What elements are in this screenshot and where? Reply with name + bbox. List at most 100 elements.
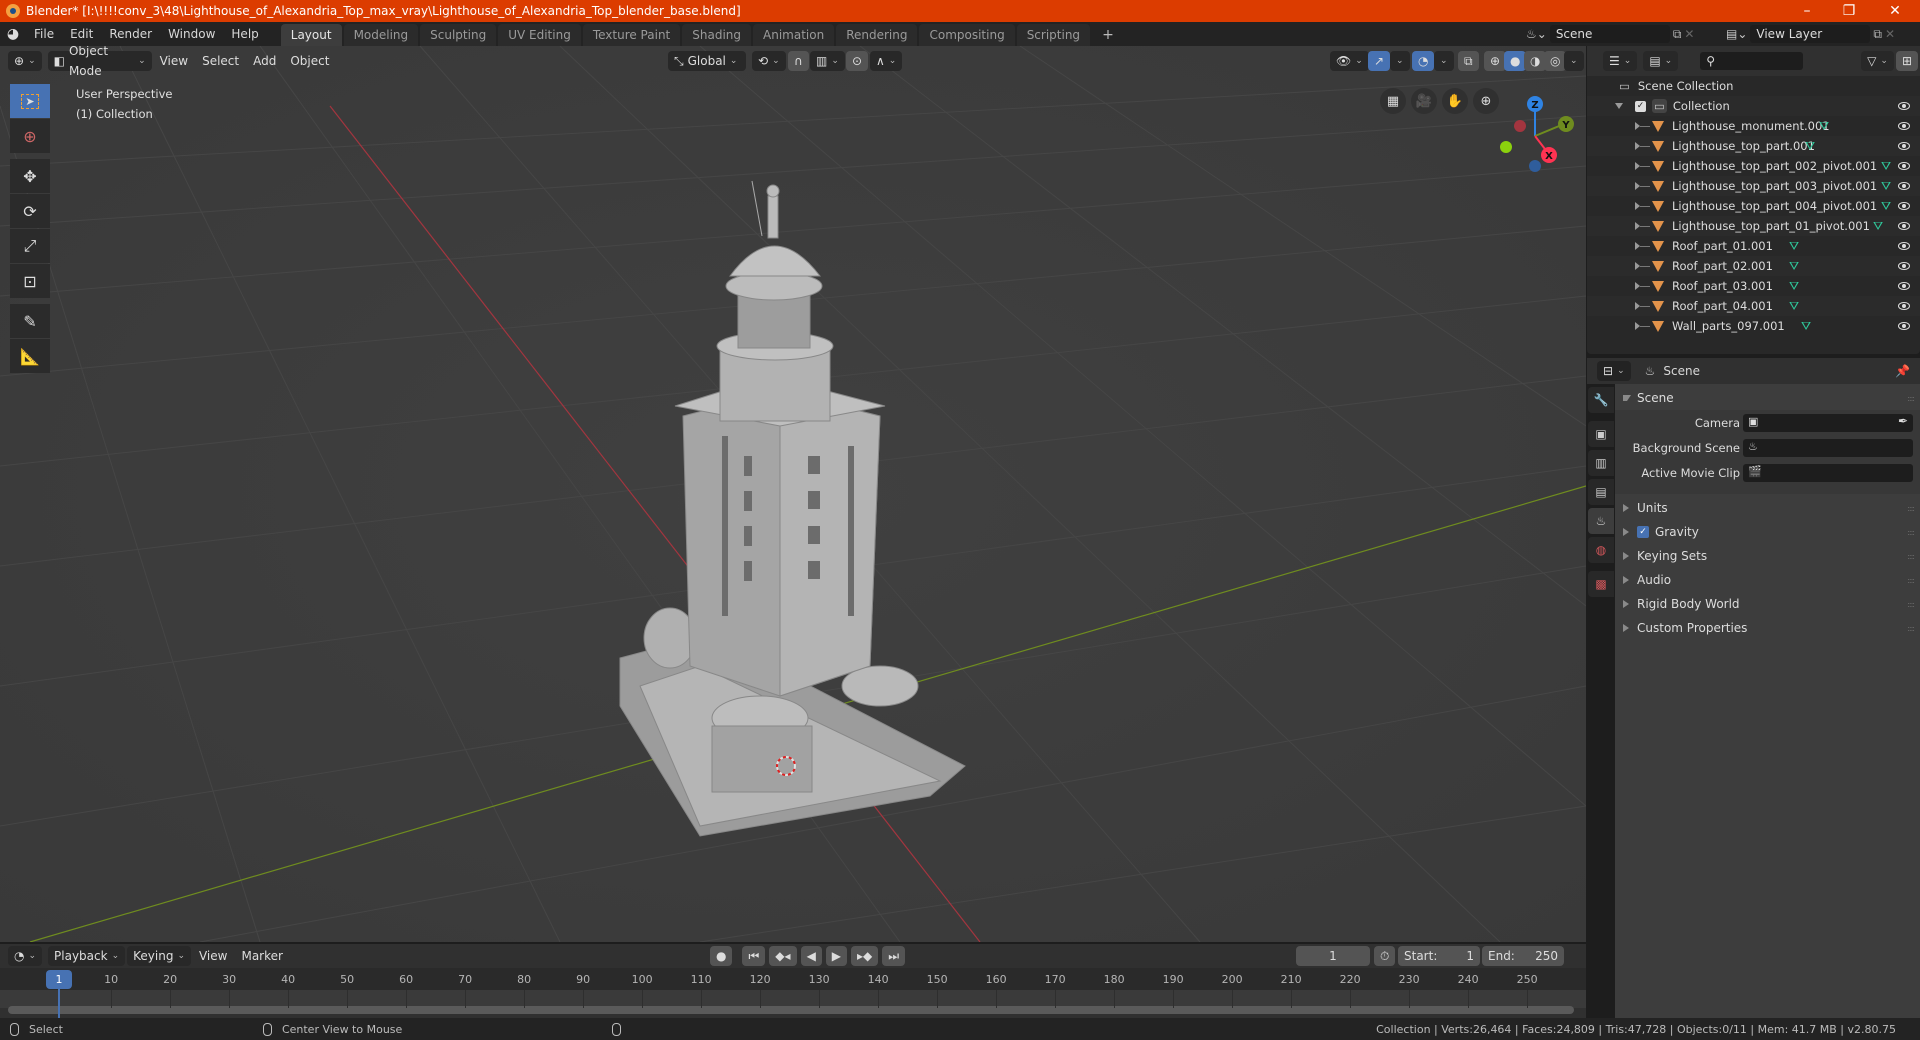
marker-menu[interactable]: Marker (235, 946, 288, 966)
tab-world[interactable]: ◍ (1588, 537, 1614, 563)
scale-tool[interactable]: ⤢ (10, 229, 50, 263)
tab-texture[interactable]: ▩ (1588, 571, 1614, 597)
tab-compositing[interactable]: Compositing (919, 24, 1015, 46)
background-scene-field[interactable]: ♨ (1743, 439, 1913, 457)
measure-tool[interactable]: 📐 (10, 339, 50, 373)
current-frame-field[interactable]: 1 (1296, 946, 1370, 966)
end-frame-field[interactable]: End: 250 (1482, 946, 1564, 966)
scene-name-field[interactable]: Scene (1549, 25, 1670, 43)
tab-uv-editing[interactable]: UV Editing (498, 24, 581, 46)
tab-tool[interactable]: 🔧 (1588, 387, 1614, 413)
overlays-dropdown[interactable]: ⌄ (1434, 51, 1454, 71)
panel-scene-header[interactable]: Scene :::: (1615, 386, 1920, 410)
gizmo-toggle[interactable]: ↗ (1368, 51, 1391, 71)
panel-audio-header[interactable]: Audio:::: (1615, 568, 1920, 592)
outliner-object-row[interactable]: Lighthouse_top_part.001 ⛛ (1587, 136, 1920, 156)
expand-collection-icon[interactable] (1615, 103, 1623, 109)
snap-target-dropdown[interactable]: ▥ ⌄ (810, 51, 845, 71)
scene-icon[interactable]: ♨⌄ (1526, 27, 1547, 41)
overlays-toggle[interactable]: ◔ (1412, 51, 1435, 71)
tab-layout[interactable]: Layout (280, 24, 342, 46)
playhead-frame-badge[interactable]: 1 (46, 970, 72, 989)
timeline-ruler[interactable]: 10 20 30 40 50 60 70 80 90 100 110 120 130 140 150 160 1… (0, 968, 1586, 990)
proportional-falloff-dropdown[interactable]: ∧ ⌄ (870, 51, 903, 71)
pin-icon[interactable]: 📌 (1895, 364, 1910, 378)
menu-object[interactable]: Object (284, 51, 335, 71)
mesh-data-icon[interactable]: ⛛ (1881, 159, 1891, 174)
mesh-data-icon[interactable]: ⛛ (1801, 319, 1811, 334)
mesh-data-icon[interactable]: ⛛ (1881, 179, 1891, 194)
visibility-eye-icon[interactable] (1898, 122, 1910, 130)
mesh-data-icon[interactable]: ⛛ (1881, 199, 1891, 214)
delete-scene-icon[interactable]: ✕ (1684, 27, 1694, 41)
menu-help[interactable]: Help (223, 22, 266, 46)
keying-menu[interactable]: Keying ⌄ (127, 946, 191, 966)
cursor-tool[interactable]: ⊕ (10, 119, 50, 153)
collection-checkbox[interactable]: ✓ (1635, 100, 1646, 112)
start-frame-field[interactable]: Start: 1 (1398, 946, 1480, 966)
proportional-edit-toggle[interactable]: ⊙ (846, 51, 869, 71)
outliner-object-row[interactable]: Lighthouse_top_part_003_pivot.001 ⛛ (1587, 176, 1920, 196)
jump-end-button[interactable]: ⏭ (882, 946, 906, 966)
active-movie-clip-field[interactable]: 🎬 (1743, 464, 1913, 482)
neg-z-gizmo-dot[interactable] (1529, 160, 1541, 172)
tab-shading[interactable]: Shading (682, 24, 751, 46)
panel-gravity-header[interactable]: ✓ Gravity:::: (1615, 520, 1920, 544)
shading-wireframe-button[interactable]: ⊕ (1484, 51, 1507, 71)
menu-view[interactable]: View (154, 51, 194, 71)
viewlayer-icon[interactable]: ▤⌄ (1726, 27, 1747, 41)
panel-rigid-body-world-header[interactable]: Rigid Body World:::: (1615, 592, 1920, 616)
new-scene-icon[interactable]: ⧉ (1673, 27, 1682, 42)
pivot-point-dropdown[interactable]: ⟲ ⌄ (752, 51, 786, 71)
drag-grip-icon[interactable]: :::: (1907, 552, 1915, 561)
drag-grip-icon[interactable]: :::: (1907, 394, 1915, 403)
outliner-editor-type-button[interactable]: ☰ ⌄ (1603, 51, 1638, 71)
xray-toggle[interactable]: ⧉ (1458, 51, 1479, 71)
select-box-tool[interactable]: ➤ (10, 84, 50, 118)
visibility-eye-icon[interactable] (1898, 262, 1910, 270)
properties-editor-type-button[interactable]: ⊟ ⌄ (1597, 361, 1631, 381)
play-button[interactable]: ▶ (825, 946, 848, 966)
3d-viewport[interactable]: ⊕ ⌄ ◧ Object Mode ⌄ View Select Add Object … (0, 46, 1586, 942)
object-mode-dropdown[interactable]: ◧ Object Mode ⌄ (47, 46, 152, 78)
mesh-data-icon[interactable]: ⛛ (1789, 299, 1799, 314)
outliner-object-row[interactable]: Roof_part_02.001 ⛛ (1587, 256, 1920, 276)
timeline-scrollbar[interactable] (8, 1006, 1574, 1014)
tab-render[interactable]: ▣ (1588, 421, 1614, 447)
timeline-editor-type-button[interactable]: ◔ ⌄ (8, 946, 43, 966)
object-visibility-dropdown[interactable]: 👁 ⌄ (1330, 51, 1369, 71)
neg-y-gizmo-dot[interactable] (1500, 141, 1512, 153)
camera-view-icon[interactable]: 🎥 (1411, 88, 1437, 114)
panel-custom-properties-header[interactable]: Custom Properties:::: (1615, 616, 1920, 640)
viewlayer-name-field[interactable]: View Layer (1750, 25, 1871, 43)
drag-grip-icon[interactable]: :::: (1907, 504, 1915, 513)
shading-dropdown[interactable]: ⌄ (1564, 51, 1584, 71)
filter-dropdown[interactable]: ▽ ⌄ (1861, 51, 1894, 71)
outliner-object-row[interactable]: Lighthouse_monument.001 ⛛ (1587, 116, 1920, 136)
new-viewlayer-icon[interactable]: ⧉ (1873, 27, 1882, 42)
visibility-eye-icon[interactable] (1898, 302, 1910, 310)
delete-viewlayer-icon[interactable]: ✕ (1885, 27, 1895, 41)
visibility-eye-icon[interactable] (1898, 322, 1910, 330)
pan-hand-icon[interactable]: ✋ (1442, 88, 1468, 114)
panel-units-header[interactable]: Units:::: (1615, 496, 1920, 520)
mesh-data-icon[interactable]: ⛛ (1789, 279, 1799, 294)
timeline-view-menu[interactable]: View (193, 946, 233, 966)
visibility-eye-icon[interactable] (1898, 282, 1910, 290)
tab-rendering[interactable]: Rendering (836, 24, 918, 46)
tab-texture-paint[interactable]: Texture Paint (582, 24, 681, 46)
drag-grip-icon[interactable]: :::: (1907, 528, 1915, 537)
panel-keying-sets-header[interactable]: Keying Sets:::: (1615, 544, 1920, 568)
tab-modeling[interactable]: Modeling (343, 24, 419, 46)
neg-x-gizmo-dot[interactable] (1514, 120, 1526, 132)
outliner-object-row[interactable]: Roof_part_01.001 ⛛ (1587, 236, 1920, 256)
zoom-magnifier-icon[interactable]: ⊕ (1473, 88, 1499, 114)
drag-grip-icon[interactable]: :::: (1907, 576, 1915, 585)
move-tool[interactable]: ✥ (10, 159, 50, 193)
menu-select[interactable]: Select (196, 51, 245, 71)
collection-visibility-eye-icon[interactable] (1898, 102, 1910, 110)
tab-output[interactable]: ▥ (1588, 450, 1614, 476)
visibility-eye-icon[interactable] (1898, 222, 1910, 230)
mesh-data-icon[interactable]: ⛛ (1789, 259, 1799, 274)
maximize-button[interactable]: ❐ (1826, 0, 1872, 22)
